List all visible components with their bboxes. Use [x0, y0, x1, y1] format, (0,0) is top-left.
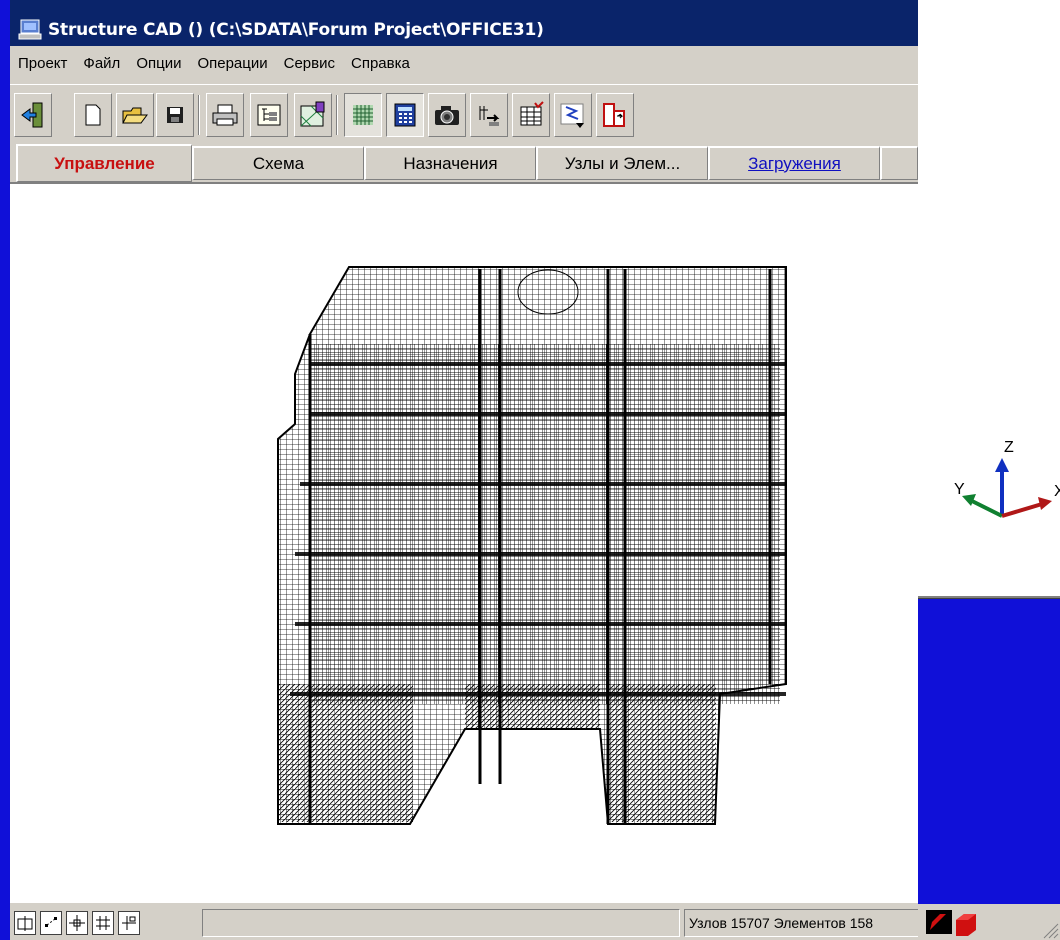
menu-project[interactable]: Проект	[10, 55, 75, 72]
tree-icon	[257, 104, 281, 126]
model-viewport[interactable]	[10, 182, 918, 902]
y-axis-label: Y	[954, 481, 965, 498]
calculator-icon	[394, 103, 416, 127]
tree-button[interactable]	[250, 93, 288, 137]
tab-more[interactable]	[880, 146, 918, 180]
view-center-button[interactable]	[66, 911, 88, 935]
menu-bar: Проект Файл Опции Операции Сервис Справк…	[10, 46, 918, 80]
view-nodes-icon	[45, 917, 57, 927]
menu-file[interactable]: Файл	[75, 55, 128, 72]
lightning-button[interactable]	[554, 93, 592, 137]
table-icon	[520, 101, 544, 126]
new-file-icon	[85, 104, 101, 126]
lightning-icon	[560, 103, 584, 128]
print-button[interactable]	[206, 93, 244, 137]
view-split-button[interactable]	[118, 911, 140, 935]
x-arrow	[1038, 497, 1052, 510]
tab-control-label: Управление	[54, 153, 155, 173]
status-panel-counts: Узлов 15707 Элементов 158	[684, 909, 928, 937]
axis-orientation-window: Z Y X	[916, 0, 1060, 598]
mesh-button[interactable]	[344, 93, 382, 137]
status-bar-extension	[918, 904, 1060, 940]
menu-options-label: Опции	[136, 54, 182, 72]
report-icon	[603, 103, 625, 127]
tab-nodes-elements-label: Узлы и Элем...	[564, 153, 681, 173]
menu-project-label: Проект	[18, 54, 68, 72]
exit-button[interactable]	[14, 93, 52, 137]
status-icons	[926, 910, 1059, 939]
view-front-button[interactable]	[14, 911, 36, 935]
building-mesh-model	[277, 266, 787, 825]
y-axis	[969, 498, 1003, 518]
renumber-button[interactable]	[470, 93, 508, 137]
calculator-button[interactable]	[386, 93, 424, 137]
menu-options[interactable]: Опции	[128, 55, 189, 72]
node-element-count: Узлов 15707 Элементов 158	[689, 915, 874, 931]
toolbar-separator	[336, 95, 338, 135]
open-folder-icon	[122, 107, 148, 124]
view-nodes-button[interactable]	[40, 911, 62, 935]
x-axis	[1001, 502, 1043, 518]
mesh-icon	[353, 105, 373, 125]
dome-mesh	[518, 270, 578, 314]
resize-grip-icon	[1043, 923, 1059, 939]
menu-file-label: Файл	[83, 54, 121, 72]
print-icon	[212, 104, 238, 126]
exit-icon	[21, 102, 43, 128]
title-bar[interactable]: Structure CAD () (C:\SDATA\Forum Project…	[10, 14, 918, 46]
toolbar-separator	[198, 95, 200, 135]
new-file-button[interactable]	[74, 93, 112, 137]
renumber-icon	[479, 106, 500, 126]
report-button[interactable]	[596, 93, 634, 137]
x-axis-label: X	[1054, 483, 1060, 500]
menu-help[interactable]: Справка	[343, 55, 418, 72]
tab-assignments[interactable]: Назначения	[364, 146, 536, 180]
menu-operations-label: Операции	[197, 54, 268, 72]
view-split-icon	[122, 916, 136, 930]
menu-operations[interactable]: Операции	[189, 55, 275, 72]
menu-help-label: Справка	[351, 54, 410, 72]
lower-center-block	[465, 684, 600, 729]
tab-loadings[interactable]: Загружения	[708, 146, 880, 180]
toolbar	[10, 84, 918, 144]
main-window: Structure CAD () (C:\SDATA\Forum Project…	[10, 0, 928, 940]
open-button[interactable]	[116, 93, 154, 137]
z-arrow	[995, 458, 1009, 472]
view-center-icon	[69, 915, 85, 931]
window-title: Structure CAD () (C:\SDATA\Forum Project…	[48, 20, 544, 40]
paint-icon	[300, 101, 325, 127]
menu-service[interactable]: Сервис	[276, 55, 343, 72]
window-top-strip	[10, 0, 918, 14]
paint-button[interactable]	[294, 93, 332, 137]
view-grid-button[interactable]	[92, 911, 114, 935]
tab-scheme[interactable]: Схема	[192, 146, 364, 180]
z-axis-label: Z	[1004, 439, 1014, 456]
status-bar: Узлов 15707 Элементов 158	[10, 902, 928, 940]
view-front-icon	[17, 916, 33, 931]
table-button[interactable]	[512, 93, 550, 137]
axis-triad: Z Y X	[954, 439, 1060, 518]
save-icon	[167, 107, 183, 123]
tab-nodes-elements[interactable]: Узлы и Элем...	[536, 146, 708, 180]
tab-scheme-label: Схема	[252, 153, 305, 173]
camera-button[interactable]	[428, 93, 466, 137]
render-mode-icon	[926, 910, 952, 934]
status-panel-empty	[202, 909, 680, 937]
tab-assignments-label: Назначения	[403, 153, 498, 173]
lower-left-block	[278, 684, 413, 822]
dense-core-mesh	[310, 344, 780, 704]
tab-loadings-label: Загружения	[748, 153, 841, 173]
camera-icon	[435, 106, 459, 125]
app-icon	[18, 19, 42, 40]
menu-service-label: Сервис	[283, 54, 335, 72]
view-grid-icon	[96, 916, 110, 930]
save-button[interactable]	[156, 93, 194, 137]
tab-control[interactable]: Управление	[16, 144, 192, 182]
tab-strip: Управление Схема Назначения Узлы и Элем.…	[10, 144, 918, 182]
